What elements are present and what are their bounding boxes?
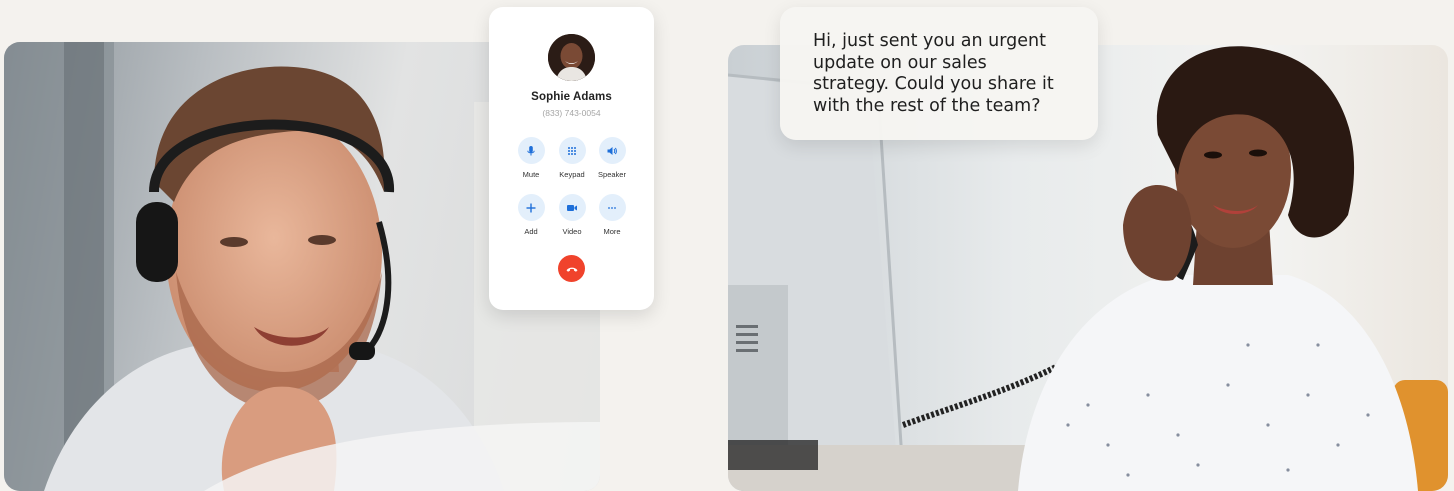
mute-button[interactable]: Mute (511, 137, 551, 179)
plus-icon (526, 203, 536, 212)
caller-avatar (548, 34, 595, 81)
keypad-label: Keypad (559, 170, 585, 179)
hang-up-icon (566, 267, 577, 272)
speaker-button[interactable]: Speaker (592, 137, 632, 179)
more-label: More (603, 227, 621, 236)
hang-up-button[interactable] (558, 255, 585, 282)
more-button[interactable]: More (592, 194, 632, 236)
video-icon (567, 204, 577, 211)
keypad-button[interactable]: Keypad (552, 137, 592, 179)
video-label: Video (562, 227, 582, 236)
microphone-icon (527, 145, 535, 155)
add-button[interactable]: Add (511, 194, 551, 236)
more-icon (608, 206, 616, 209)
keypad-icon (568, 146, 576, 155)
mute-label: Mute (522, 170, 540, 179)
video-button[interactable]: Video (552, 194, 592, 236)
caller-number: (833) 743-0054 (542, 108, 601, 118)
message-bubble: Hi, just sent you an urgent update on ou… (780, 7, 1098, 140)
add-label: Add (524, 227, 538, 236)
speaker-label: Speaker (598, 170, 626, 179)
call-card: Sophie Adams (833) 743-0054 Mute Keypad (489, 7, 654, 310)
speaker-icon (607, 146, 617, 155)
message-text: Hi, just sent you an urgent update on ou… (813, 31, 1054, 116)
caller-name: Sophie Adams (531, 91, 612, 103)
